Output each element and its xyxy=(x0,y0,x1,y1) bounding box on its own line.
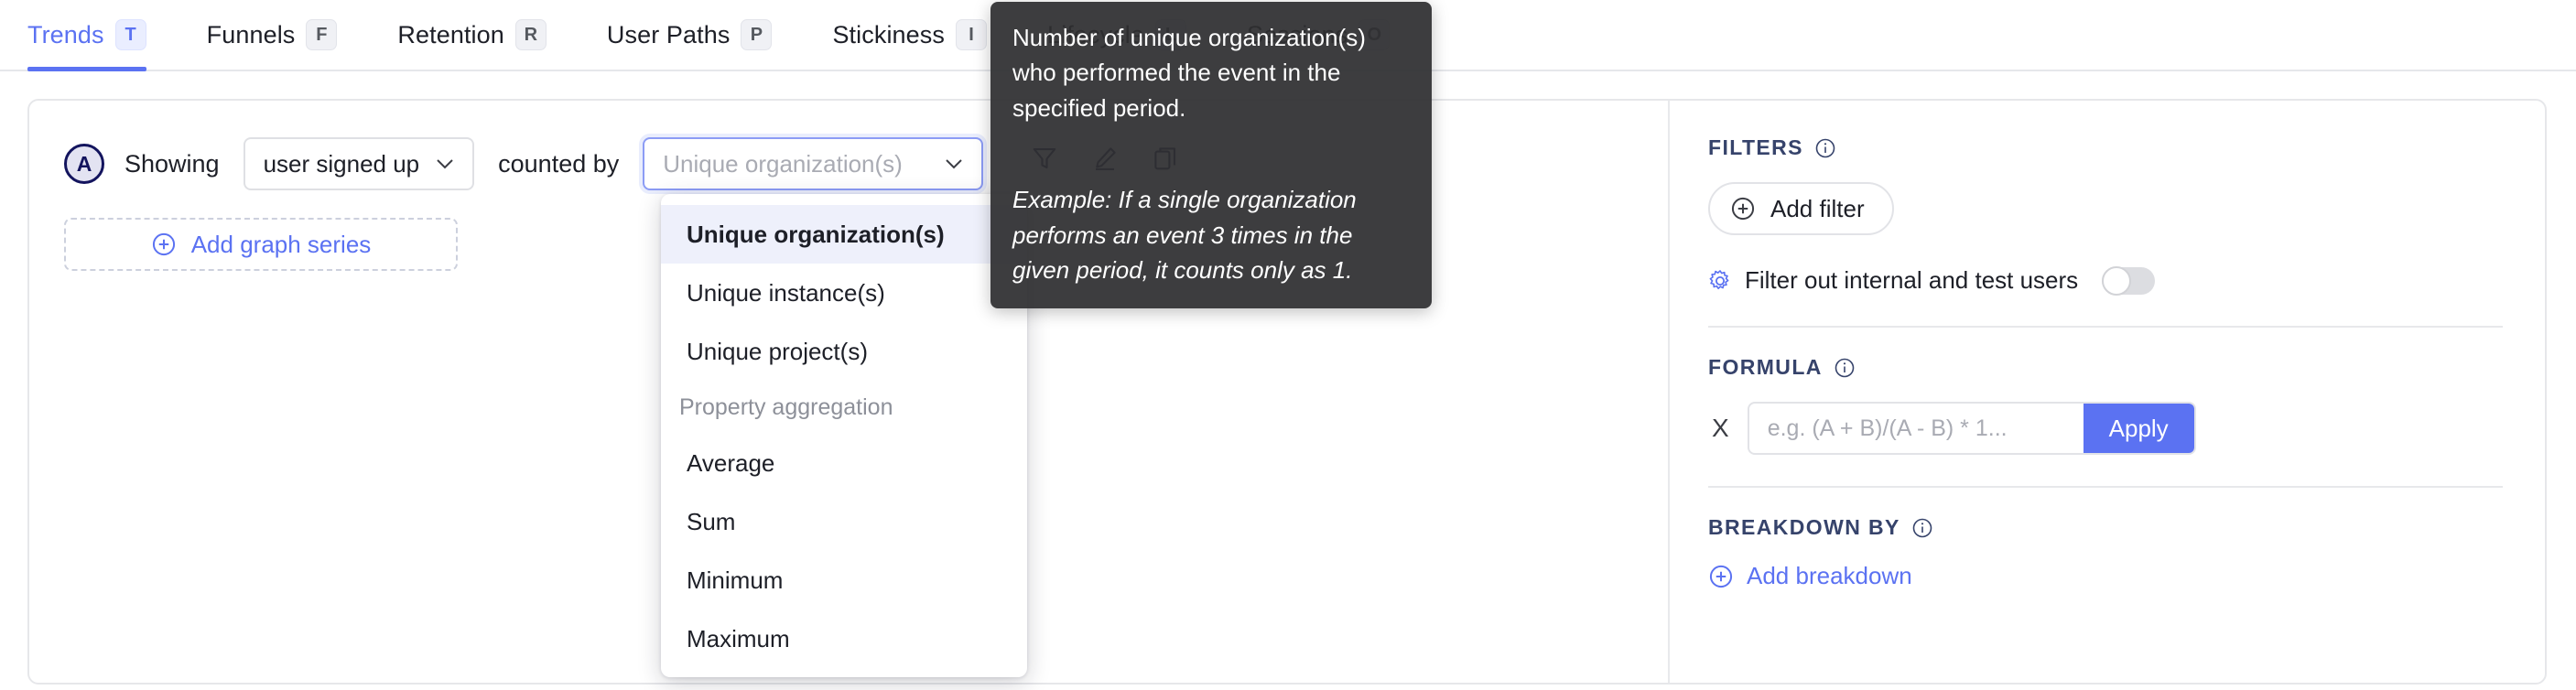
tab-label: Funnels xyxy=(206,20,296,49)
tab-trends[interactable]: Trends T xyxy=(27,0,170,71)
event-select[interactable]: user signed up xyxy=(243,137,475,190)
clear-formula-button[interactable]: X xyxy=(1708,415,1733,441)
dropdown-item-label: Average xyxy=(687,448,775,477)
dropdown-item-average[interactable]: Average xyxy=(661,434,1027,492)
info-icon[interactable] xyxy=(1834,357,1856,379)
tab-shortcut-key: R xyxy=(514,19,547,50)
dropdown-item-label: Unique project(s) xyxy=(687,337,868,365)
add-filter-button[interactable]: Add filter xyxy=(1708,182,1894,235)
plus-circle-icon xyxy=(1709,565,1733,588)
dropdown-item-label: Sum xyxy=(687,507,736,535)
dropdown-item-label: Maximum xyxy=(687,624,790,652)
breakdown-section-header: BREAKDOWN BY xyxy=(1708,515,2503,540)
aggregation-tooltip: Number of unique organization(s) who per… xyxy=(990,2,1432,308)
tab-user-paths[interactable]: User Paths P xyxy=(607,0,796,70)
filters-title: FILTERS xyxy=(1708,135,1803,159)
tab-shortcut-key: T xyxy=(114,19,146,50)
dropdown-item-unique-projects[interactable]: Unique project(s) xyxy=(661,322,1027,381)
dropdown-item-label: Minimum xyxy=(687,566,784,594)
breakdown-title: BREAKDOWN BY xyxy=(1708,515,1900,539)
info-icon[interactable] xyxy=(1911,517,1933,539)
add-breakdown-button[interactable]: Add breakdown xyxy=(1708,562,1912,590)
internal-users-label: Filter out internal and test users xyxy=(1745,266,2079,294)
dropdown-item-sum[interactable]: Sum xyxy=(661,492,1027,551)
tab-label: Trends xyxy=(27,20,104,49)
tab-shortcut-key: F xyxy=(306,19,338,50)
options-pane: FILTERS Add filter Filter out internal a… xyxy=(1670,101,2545,683)
dropdown-item-unique-organizations[interactable]: Unique organization(s) xyxy=(661,205,1027,264)
dropdown-group-property-aggregation: Property aggregation xyxy=(679,394,893,420)
series-letter-badge: A xyxy=(64,144,104,184)
gear-icon xyxy=(1709,269,1729,289)
plus-circle-icon xyxy=(1731,197,1755,221)
add-graph-series-label: Add graph series xyxy=(190,230,372,258)
dropdown-item-maximum[interactable]: Maximum xyxy=(661,609,1027,668)
filters-section-header: FILTERS xyxy=(1708,135,2503,160)
add-breakdown-label: Add breakdown xyxy=(1747,562,1912,589)
formula-title: FORMULA xyxy=(1708,355,1823,379)
tooltip-example: Example: If a single organization perfor… xyxy=(1012,186,1357,285)
counted-by-label: counted by xyxy=(498,149,620,178)
tab-label: User Paths xyxy=(606,20,731,49)
aggregation-select-placeholder: Unique organization(s) xyxy=(663,149,903,178)
showing-label: Showing xyxy=(124,149,220,178)
add-graph-series-button[interactable]: Add graph series xyxy=(64,218,458,271)
tab-label: Stickiness xyxy=(832,20,945,49)
apply-formula-button[interactable]: Apply xyxy=(2083,404,2194,453)
aggregation-dropdown-menu: Unique organization(s) Unique instance(s… xyxy=(661,194,1027,677)
tab-label: Retention xyxy=(397,20,504,49)
dropdown-item-unique-instances[interactable]: Unique instance(s) xyxy=(661,264,1027,322)
plus-circle-icon xyxy=(152,232,175,256)
switch-knob xyxy=(2102,265,2132,296)
tab-shortcut-key: P xyxy=(741,19,773,50)
aggregation-select[interactable]: Unique organization(s) xyxy=(643,137,984,190)
info-icon[interactable] xyxy=(1814,137,1836,159)
formula-input[interactable] xyxy=(1748,404,2084,453)
divider xyxy=(1708,486,2503,488)
chevron-down-icon xyxy=(437,159,453,169)
dropdown-item-label: Unique instance(s) xyxy=(687,278,885,307)
chevron-down-icon xyxy=(946,159,962,169)
divider xyxy=(1708,326,2503,328)
formula-input-group: Apply xyxy=(1747,402,2196,455)
internal-users-toggle-row[interactable]: Filter out internal and test users xyxy=(1708,265,2503,296)
tab-retention[interactable]: Retention R xyxy=(397,0,569,70)
formula-section-header: FORMULA xyxy=(1708,355,2503,380)
dropdown-item-minimum[interactable]: Minimum xyxy=(661,551,1027,609)
formula-row: X Apply xyxy=(1708,402,2503,455)
tooltip-body: Number of unique organization(s) who per… xyxy=(1012,24,1366,122)
tab-stickiness[interactable]: Stickiness I xyxy=(832,0,1011,70)
event-select-value: user signed up xyxy=(263,149,420,178)
tab-shortcut-key: I xyxy=(956,19,987,50)
tab-funnels[interactable]: Funnels F xyxy=(207,0,362,70)
internal-users-switch[interactable] xyxy=(2102,265,2156,296)
add-filter-label: Add filter xyxy=(1770,194,1865,222)
dropdown-item-label: Unique organization(s) xyxy=(687,220,945,248)
